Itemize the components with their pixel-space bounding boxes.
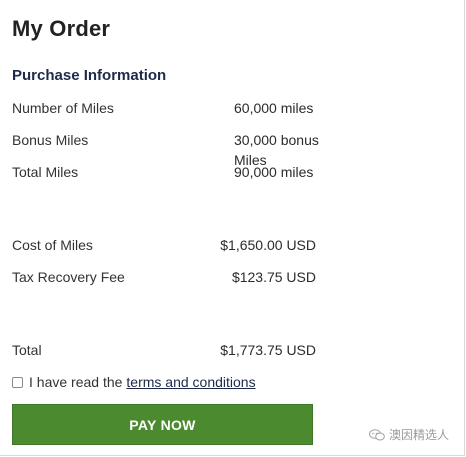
bonus-miles-label: Bonus Miles bbox=[12, 132, 89, 148]
number-of-miles-value: 60,000 miles bbox=[234, 100, 314, 116]
terms-agreement: I have read the terms and conditions bbox=[12, 372, 256, 392]
purchase-information-heading: Purchase Information bbox=[12, 67, 167, 84]
bonus-miles-row: Bonus Miles 30,000 bonus Miles bbox=[12, 130, 322, 168]
tax-recovery-fee-row: Tax Recovery Fee $123.75 USD bbox=[12, 267, 322, 287]
wechat-icon bbox=[369, 428, 385, 440]
total-miles-label: Total Miles bbox=[12, 164, 79, 180]
total-row: Total $1,773.75 USD bbox=[12, 340, 322, 360]
cost-of-miles-label: Cost of Miles bbox=[12, 237, 93, 253]
tax-recovery-fee-value: $123.75 USD bbox=[231, 269, 316, 285]
tax-recovery-fee-label: Tax Recovery Fee bbox=[12, 269, 125, 285]
terms-checkbox[interactable] bbox=[12, 376, 23, 388]
page-title: My Order bbox=[12, 16, 111, 41]
watermark-text: 澳因精选人 bbox=[389, 428, 450, 442]
terms-prefix-text: I have read the bbox=[29, 374, 123, 390]
cost-of-miles-value: $1,650.00 USD bbox=[220, 237, 316, 253]
cost-of-miles-row: Cost of Miles $1,650.00 USD bbox=[12, 235, 322, 255]
number-of-miles-row: Number of Miles 60,000 miles bbox=[12, 98, 322, 118]
total-miles-row: Total Miles 90,000 miles bbox=[12, 162, 322, 182]
number-of-miles-label: Number of Miles bbox=[12, 100, 114, 116]
total-label: Total bbox=[12, 342, 42, 358]
terms-and-conditions-link[interactable]: terms and conditions bbox=[126, 372, 255, 392]
total-miles-value: 90,000 miles bbox=[234, 164, 314, 180]
total-value: $1,773.75 USD bbox=[220, 342, 316, 358]
watermark: 澳因精选人 bbox=[369, 426, 449, 443]
pay-now-button[interactable]: PAY NOW bbox=[12, 404, 313, 445]
